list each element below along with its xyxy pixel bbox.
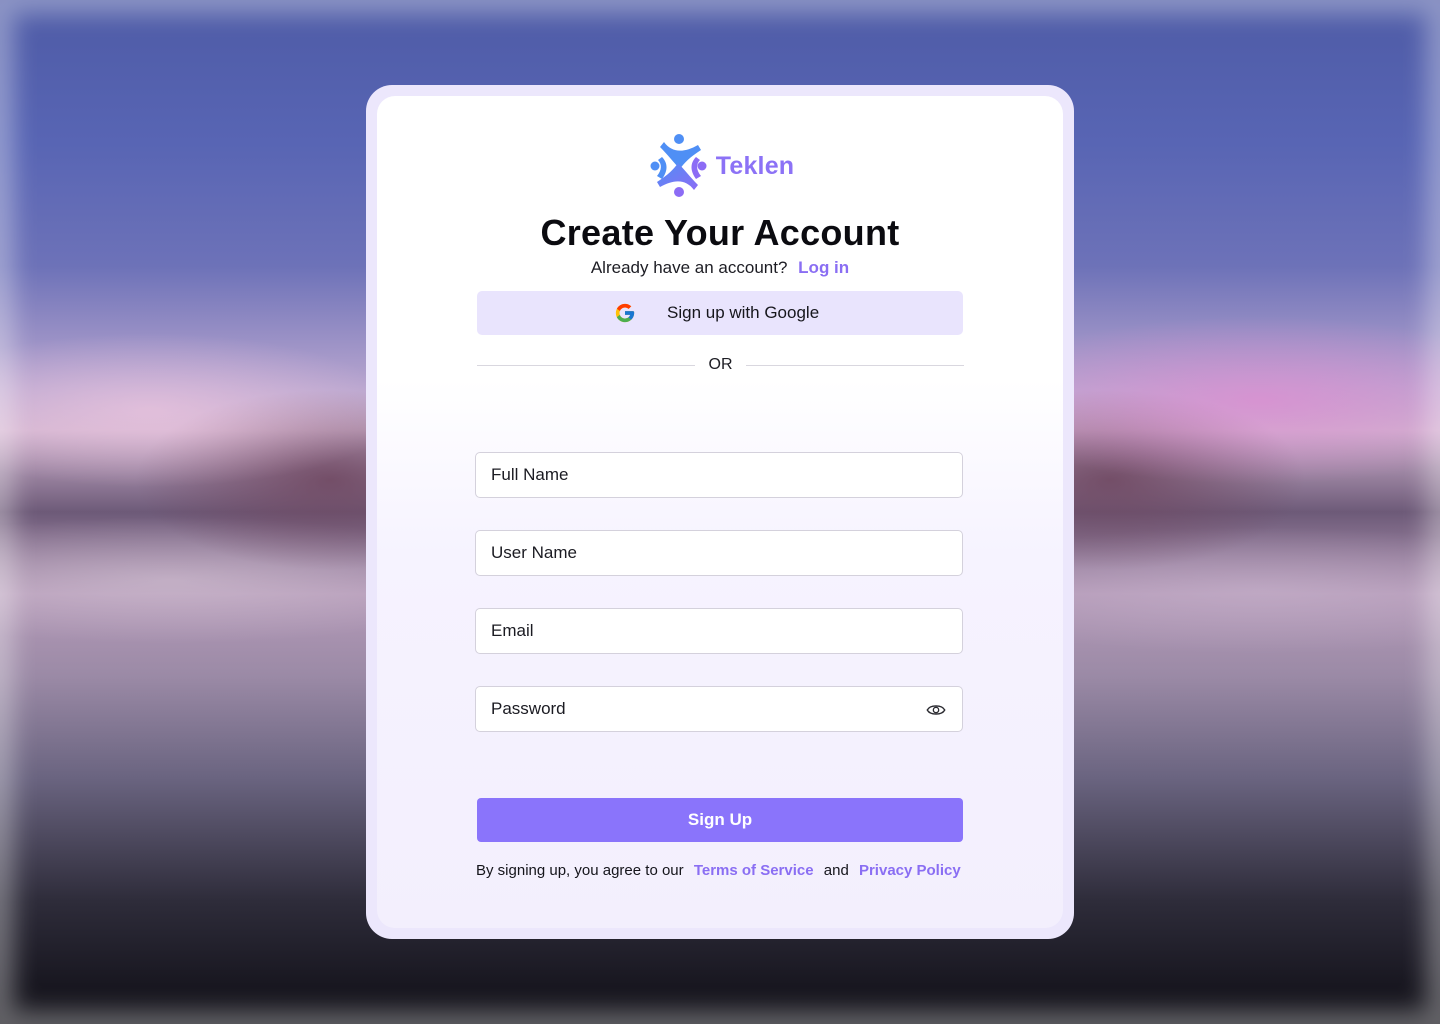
signup-card: Teklen Create Your Account Already have …	[377, 96, 1063, 928]
email-field[interactable]	[475, 608, 963, 654]
privacy-policy-link[interactable]: Privacy Policy	[859, 862, 961, 879]
login-prompt: Already have an account? Log in	[377, 258, 1063, 278]
google-signup-button[interactable]: Sign up with Google	[477, 291, 963, 335]
eye-icon[interactable]	[926, 701, 946, 719]
signup-card-frame: Teklen Create Your Account Already have …	[366, 85, 1074, 939]
full-name-input[interactable]	[476, 453, 962, 497]
user-name-input[interactable]	[476, 531, 962, 575]
google-icon	[615, 303, 635, 323]
email-input[interactable]	[476, 609, 962, 653]
login-link[interactable]: Log in	[798, 258, 849, 277]
user-name-field[interactable]	[475, 530, 963, 576]
legal-and: and	[823, 862, 849, 879]
password-field[interactable]	[475, 686, 963, 732]
page-title: Create Your Account	[540, 212, 900, 253]
password-input[interactable]	[476, 687, 962, 731]
terms-of-service-link[interactable]: Terms of Service	[694, 862, 814, 879]
have-account-text: Already have an account?	[590, 258, 788, 277]
legal-prefix: By signing up, you agree to our	[476, 862, 684, 879]
people-circle-logo-icon	[650, 134, 707, 197]
brand-logo: Teklen	[377, 133, 1063, 199]
sign-up-button[interactable]: Sign Up	[477, 798, 963, 842]
brand-name: Teklen	[715, 151, 795, 180]
divider-line-right	[746, 365, 964, 366]
legal-notice: By signing up, you agree to our Terms of…	[476, 862, 967, 879]
google-signup-label: Sign up with Google	[667, 303, 820, 322]
or-divider: OR	[477, 354, 964, 376]
full-name-field[interactable]	[475, 452, 963, 498]
